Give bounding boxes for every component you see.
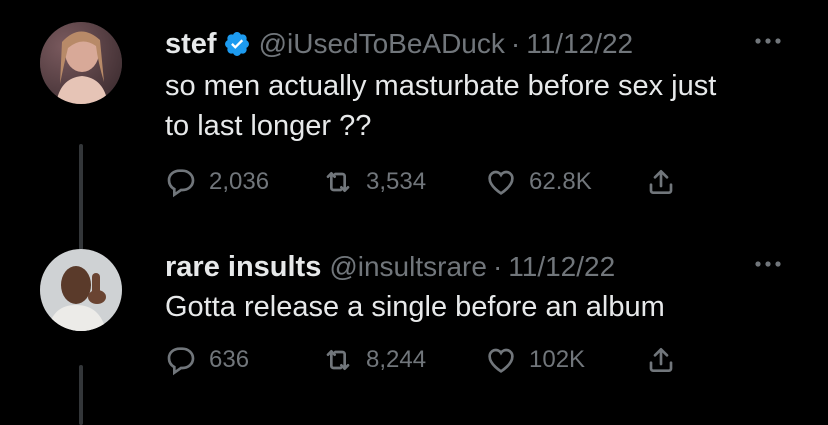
retweet-button[interactable]: 8,244 [322,340,426,380]
like-icon [488,170,514,195]
thread-line-1 [79,144,83,254]
action-bar: 2,036 3,534 62.8K [165,162,725,202]
like-count: 102K [529,346,586,373]
like-count: 62.8K [529,168,592,195]
display-name[interactable]: stef [165,28,217,61]
share-button[interactable] [645,340,689,380]
share-button[interactable] [645,162,689,202]
avatar-stef[interactable] [40,22,122,104]
thread-line-2 [79,365,83,425]
tweet-text: so men actually masturbate before sex ju… [165,66,805,146]
separator-dot: · [492,251,503,282]
reply-button[interactable]: 2,036 [165,162,269,202]
more-options-icon[interactable] [750,249,786,279]
timestamp[interactable]: 11/12/22 [508,251,615,283]
more-options-icon[interactable] [750,26,786,56]
retweet-button[interactable]: 3,534 [322,162,426,202]
like-button[interactable]: 102K [485,340,585,380]
like-button[interactable]: 62.8K [485,162,592,202]
handle[interactable]: @insultsrare [329,251,487,283]
share-icon [649,348,673,372]
retweet-icon [326,172,350,192]
tweet-text: Gotta release a single before an album [165,287,805,327]
share-icon [649,170,673,194]
avatar-rare-insults[interactable] [40,249,122,331]
tweet-header: stef @iUsedToBeADuck · 11/12/22 [165,22,633,66]
action-bar: 636 8,244 102K [165,340,725,380]
retweet-count: 8,244 [366,346,427,373]
reply-icon [167,347,195,376]
reply-icon [167,169,195,198]
tweet-text-line: so men actually masturbate before sex ju… [165,70,717,102]
timestamp[interactable]: 11/12/22 [526,28,633,60]
tweet-header: rare insults @insultsrare · 11/12/22 [165,245,615,289]
reply-count: 2,036 [209,168,270,195]
reply-count: 636 [209,346,250,373]
tweet-text-line: to last longer ?? [165,110,372,142]
handle[interactable]: @iUsedToBeADuck [259,28,505,60]
retweet-icon [326,350,350,370]
separator-dot: · [510,28,521,59]
verified-badge-icon [223,30,251,58]
like-icon [488,348,514,373]
reply-button[interactable]: 636 [165,340,249,380]
retweet-count: 3,534 [366,168,427,195]
tweet-text-line: Gotta release a single before an album [165,291,665,323]
display-name[interactable]: rare insults [165,251,321,284]
